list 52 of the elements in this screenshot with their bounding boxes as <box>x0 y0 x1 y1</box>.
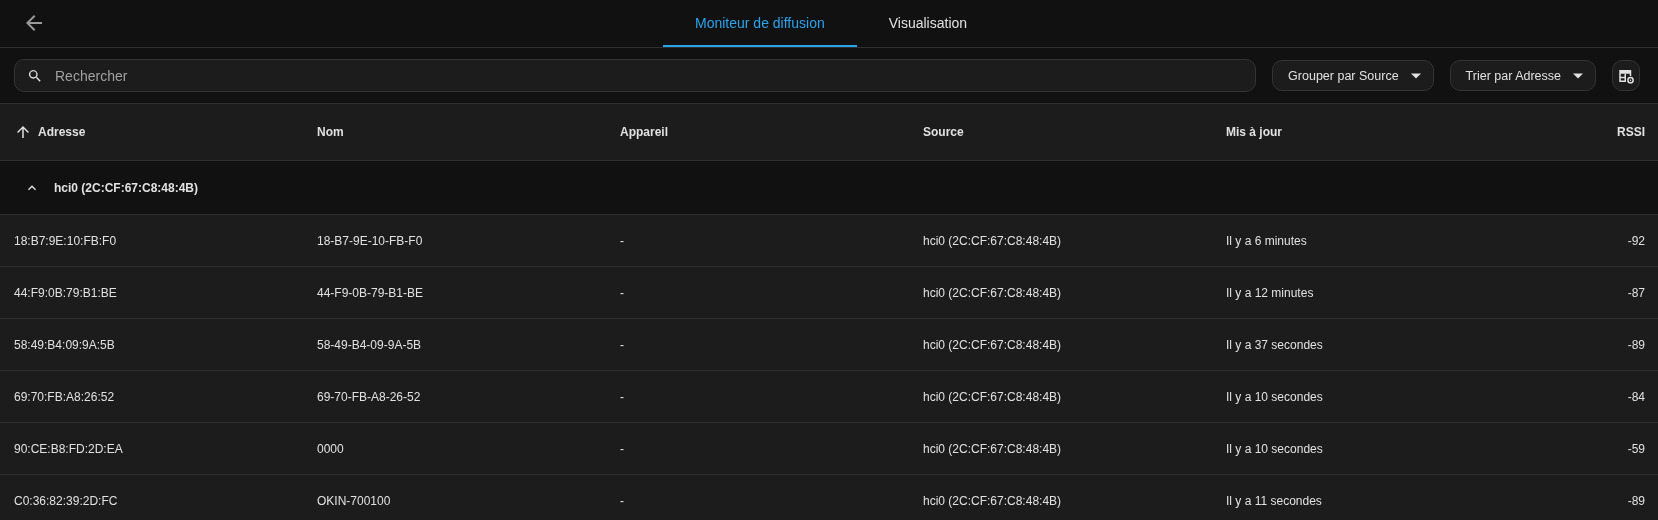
table-cell: OKIN-700100 <box>317 493 391 508</box>
table-cell: Il y a 10 secondes <box>1226 441 1323 456</box>
column-header[interactable]: Source <box>923 125 964 139</box>
column-header[interactable]: RSSI <box>1617 125 1645 139</box>
table-cell: hci0 (2C:CF:67:C8:48:4B) <box>923 441 1062 456</box>
table-cell: 58:49:B4:09:9A:5B <box>14 337 115 352</box>
table-cell: -87 <box>1627 285 1645 300</box>
column-header[interactable]: Nom <box>317 125 344 139</box>
table-cell: 0000 <box>317 441 344 456</box>
table-settings-button[interactable] <box>1612 60 1640 91</box>
table-cell: - <box>620 493 624 508</box>
dropdown-caret-icon <box>1410 72 1421 79</box>
table-cell: 44-F9-0B-79-B1-BE <box>317 285 424 300</box>
table-cell: 18:B7:9E:10:FB:F0 <box>14 233 117 248</box>
column-header[interactable]: Appareil <box>620 125 668 139</box>
table-cell: - <box>620 233 624 248</box>
dropdown-caret-icon <box>1573 72 1583 79</box>
table-cell: Il y a 37 secondes <box>1226 337 1323 352</box>
table-cell: 58-49-B4-09-9A-5B <box>317 337 422 352</box>
table-cell: -59 <box>1627 441 1645 456</box>
group-label: hci0 (2C:CF:67:C8:48:4B) <box>54 180 199 195</box>
tab[interactable]: Visualisation <box>856 0 1000 47</box>
table-cell: -84 <box>1627 389 1645 404</box>
table-cell: - <box>620 441 624 456</box>
search-field[interactable]: Rechercher <box>53 66 1244 85</box>
table-cell: - <box>620 285 624 300</box>
table-cell: 18-B7-9E-10-FB-F0 <box>317 233 423 248</box>
dropdown-button[interactable]: Grouper par Source <box>1272 60 1434 91</box>
column-header[interactable]: Mis à jour <box>1226 125 1282 139</box>
table-cell: 90:CE:B8:FD:2D:EA <box>14 441 123 456</box>
table-cell: - <box>620 337 624 352</box>
dropdown-button[interactable]: Trier par Adresse <box>1449 60 1596 91</box>
column-header[interactable]: Adresse <box>38 125 86 139</box>
table-cell: hci0 (2C:CF:67:C8:48:4B) <box>923 337 1062 352</box>
table-cell: -89 <box>1627 493 1645 508</box>
table-cell: hci0 (2C:CF:67:C8:48:4B) <box>923 285 1062 300</box>
table-cell: Il y a 12 minutes <box>1226 285 1314 300</box>
table-cell: hci0 (2C:CF:67:C8:48:4B) <box>923 389 1062 404</box>
table-cell: Il y a 10 secondes <box>1226 389 1323 404</box>
table-cell: C0:36:82:39:2D:FC <box>14 493 118 508</box>
table-cell: 69:70:FB:A8:26:52 <box>14 389 115 404</box>
table-cell: hci0 (2C:CF:67:C8:48:4B) <box>923 233 1062 248</box>
table-cell: hci0 (2C:CF:67:C8:48:4B) <box>923 493 1062 508</box>
table-cell: 44:F9:0B:79:B1:BE <box>14 285 117 300</box>
search-icon <box>27 67 43 84</box>
table-cell: Il y a 11 secondes <box>1226 493 1322 508</box>
table-cell: - <box>620 389 624 404</box>
table-cell: 69-70-FB-A8-26-52 <box>317 389 421 404</box>
table-cell: -89 <box>1627 337 1645 352</box>
table-cell: Il y a 6 minutes <box>1226 233 1307 248</box>
search-bar[interactable]: Rechercher <box>14 59 1257 92</box>
table-cell: -92 <box>1627 233 1645 248</box>
